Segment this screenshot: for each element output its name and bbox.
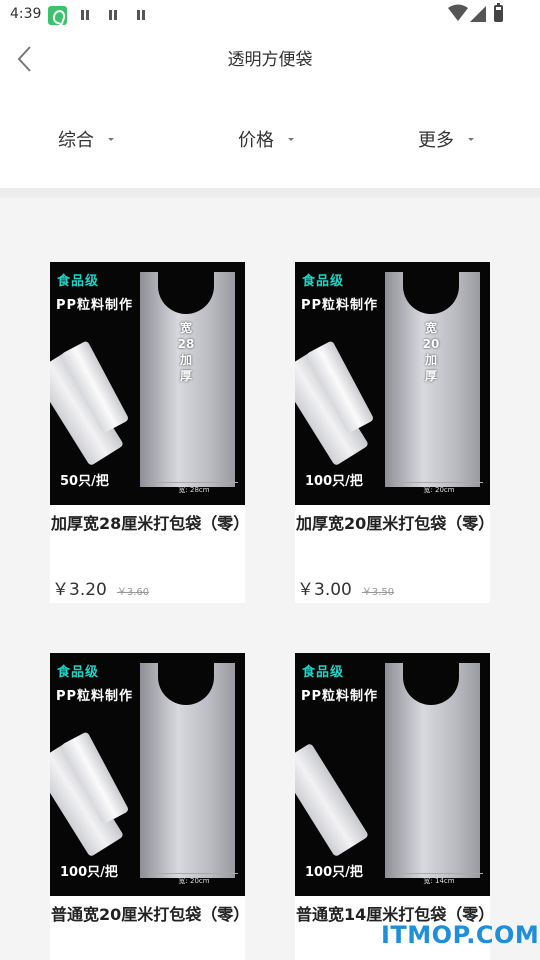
image-food-grade-text: 食品级 <box>302 665 345 680</box>
pause-icon <box>80 10 90 20</box>
image-width-text: 宽: 20cm <box>395 482 483 495</box>
image-material-text: PP粒料制作 <box>56 689 134 704</box>
caret-down-icon <box>468 137 474 141</box>
product-card[interactable]: 食品级 PP粒料制作 宽20加厚 100只/把 宽: 20cm 加厚宽20厘米打… <box>295 262 495 603</box>
sort-comprehensive-button[interactable]: 综合 <box>58 126 114 152</box>
image-width-text: 宽: 14cm <box>395 873 483 886</box>
product-name: 加厚宽28厘米打包袋（零） <box>51 514 250 533</box>
product-price: ￥3.20 <box>52 580 107 600</box>
product-card[interactable]: 食品级 PP粒料制作 宽28加厚 50只/把 宽: 28cm 加厚宽28厘米打包… <box>50 262 250 603</box>
image-badge-text: 宽28加厚 <box>177 321 195 383</box>
pause-icon <box>108 10 118 20</box>
price-row: ￥3.00 ￥3.50 <box>297 575 394 600</box>
app-notification-icon <box>48 6 67 25</box>
battery-icon <box>494 3 503 22</box>
product-name: 加厚宽20厘米打包袋（零） <box>296 514 495 533</box>
sort-more-label: 更多 <box>418 130 454 151</box>
image-food-grade-text: 食品级 <box>302 274 345 289</box>
caret-down-icon <box>108 137 114 141</box>
sort-more-button[interactable]: 更多 <box>418 126 474 152</box>
pause-icon <box>136 10 146 20</box>
product-card[interactable]: 食品级 PP粒料制作 100只/把 宽: 14cm 普通宽14厘米打包袋（零） <box>295 653 494 960</box>
image-material-text: PP粒料制作 <box>56 298 134 313</box>
page-title: 透明方便袋 <box>227 50 313 70</box>
image-material-text: PP粒料制作 <box>301 298 379 313</box>
image-count-text: 100只/把 <box>60 865 118 880</box>
back-arrow-icon[interactable] <box>10 44 40 74</box>
image-width-text: 宽: 20cm <box>150 873 238 886</box>
image-material-text: PP粒料制作 <box>301 689 379 704</box>
status-time: 4:39 <box>10 6 42 22</box>
top-navigation-bar: 透明方便袋 <box>0 32 540 88</box>
image-width-text: 宽: 28cm <box>150 482 238 495</box>
sort-filter-bar: 综合 价格 更多 <box>0 88 540 188</box>
section-divider <box>0 188 540 198</box>
signal-icon <box>470 6 486 22</box>
image-count-text: 100只/把 <box>305 865 363 880</box>
price-row: ￥3.20 ￥3.60 <box>52 575 149 600</box>
sort-comprehensive-label: 综合 <box>58 130 94 151</box>
product-image: 食品级 PP粒料制作 宽20加厚 100只/把 宽: 20cm <box>295 262 490 505</box>
status-bar: 4:39 <box>0 0 540 32</box>
image-badge-text: 宽20加厚 <box>422 321 440 383</box>
product-image: 食品级 PP粒料制作 100只/把 宽: 14cm <box>295 653 490 896</box>
image-food-grade-text: 食品级 <box>57 274 100 289</box>
product-price: ￥3.00 <box>297 580 352 600</box>
product-name: 普通宽20厘米打包袋（零） <box>51 905 250 924</box>
product-original-price: ￥3.50 <box>361 587 395 598</box>
wifi-icon <box>448 4 468 21</box>
image-count-text: 50只/把 <box>60 474 109 489</box>
image-count-text: 100只/把 <box>305 474 363 489</box>
image-food-grade-text: 食品级 <box>57 665 100 680</box>
product-card[interactable]: 食品级 PP粒料制作 100只/把 宽: 20cm 普通宽20厘米打包袋（零） <box>50 653 250 960</box>
sort-price-button[interactable]: 价格 <box>238 126 294 152</box>
product-image: 食品级 PP粒料制作 100只/把 宽: 20cm <box>50 653 245 896</box>
sort-price-label: 价格 <box>238 130 274 151</box>
site-watermark: ITMOP.COM <box>381 921 540 949</box>
product-image: 食品级 PP粒料制作 宽28加厚 50只/把 宽: 28cm <box>50 262 245 505</box>
product-original-price: ￥3.60 <box>116 587 150 598</box>
caret-down-icon <box>288 137 294 141</box>
